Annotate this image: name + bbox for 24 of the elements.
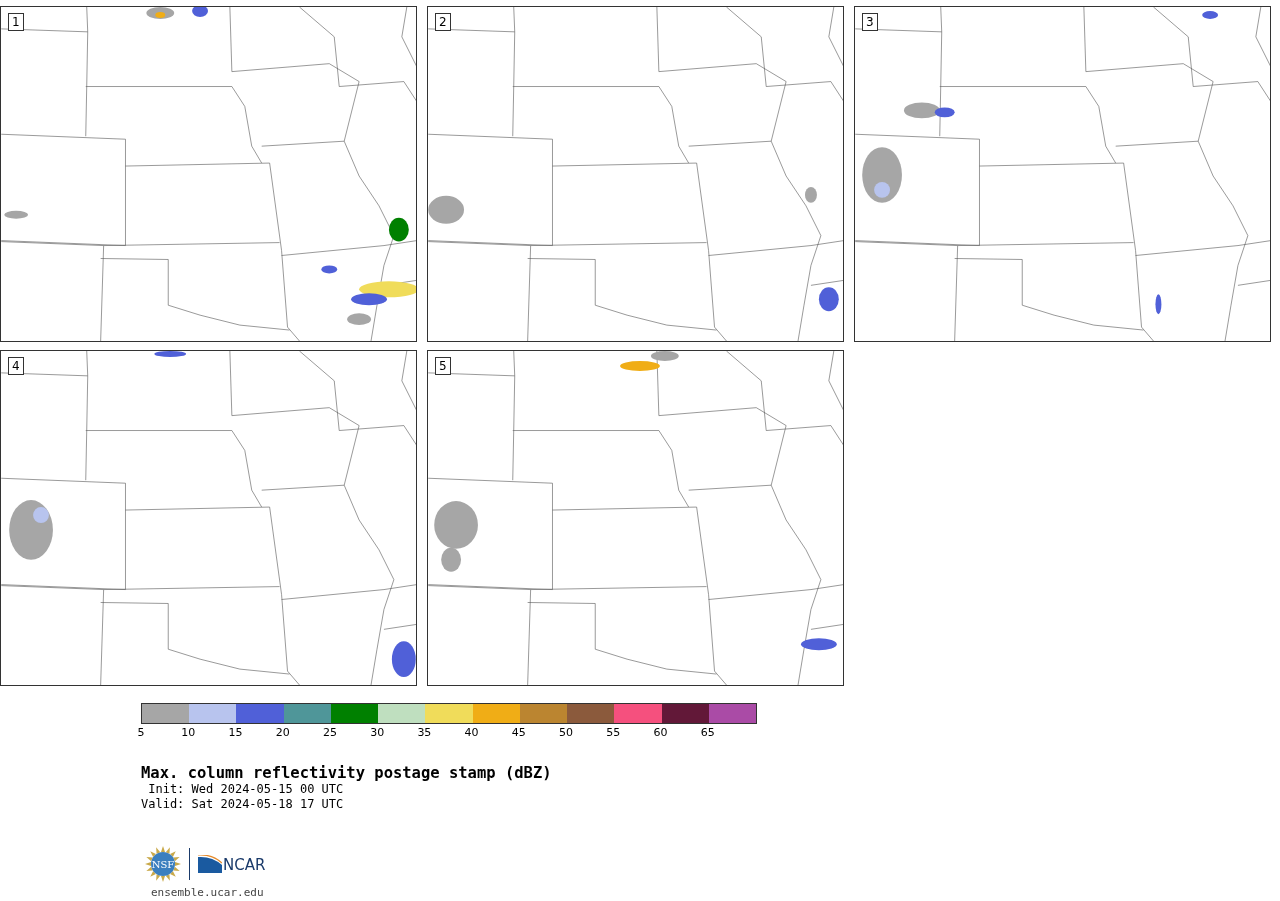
valid-time: Valid: Sat 2024-05-18 17 UTC — [141, 797, 345, 812]
panel-number: 2 — [435, 13, 451, 31]
nsf-logo: NSF — [145, 846, 181, 882]
tick-label: 30 — [370, 726, 385, 739]
chart-title: Max. column reflectivity postage stamp (dBZ) — [141, 764, 553, 782]
website-url: ensemble.ucar.edu — [151, 886, 265, 899]
tick-label: 40 — [464, 726, 479, 739]
ncar-logo: NCAR — [198, 855, 266, 873]
tick-label: 20 — [275, 726, 290, 739]
panel-number: 1 — [8, 13, 24, 31]
panel-number: 3 — [862, 13, 878, 31]
tick-label: 35 — [417, 726, 432, 739]
tick-label: 60 — [653, 726, 668, 739]
tick-label: 55 — [606, 726, 621, 739]
tick-label: 25 — [322, 726, 337, 739]
tick-label: 15 — [228, 726, 243, 739]
tick-label: 50 — [559, 726, 574, 739]
panel-number: 5 — [435, 357, 451, 375]
panel-number: 4 — [8, 357, 24, 375]
tick-label: 5 — [137, 726, 145, 739]
init-time: Init: Wed 2024-05-15 00 UTC — [147, 782, 345, 797]
tick-label: 45 — [511, 726, 526, 739]
tick-label: 65 — [700, 726, 715, 739]
tick-label: 10 — [181, 726, 196, 739]
